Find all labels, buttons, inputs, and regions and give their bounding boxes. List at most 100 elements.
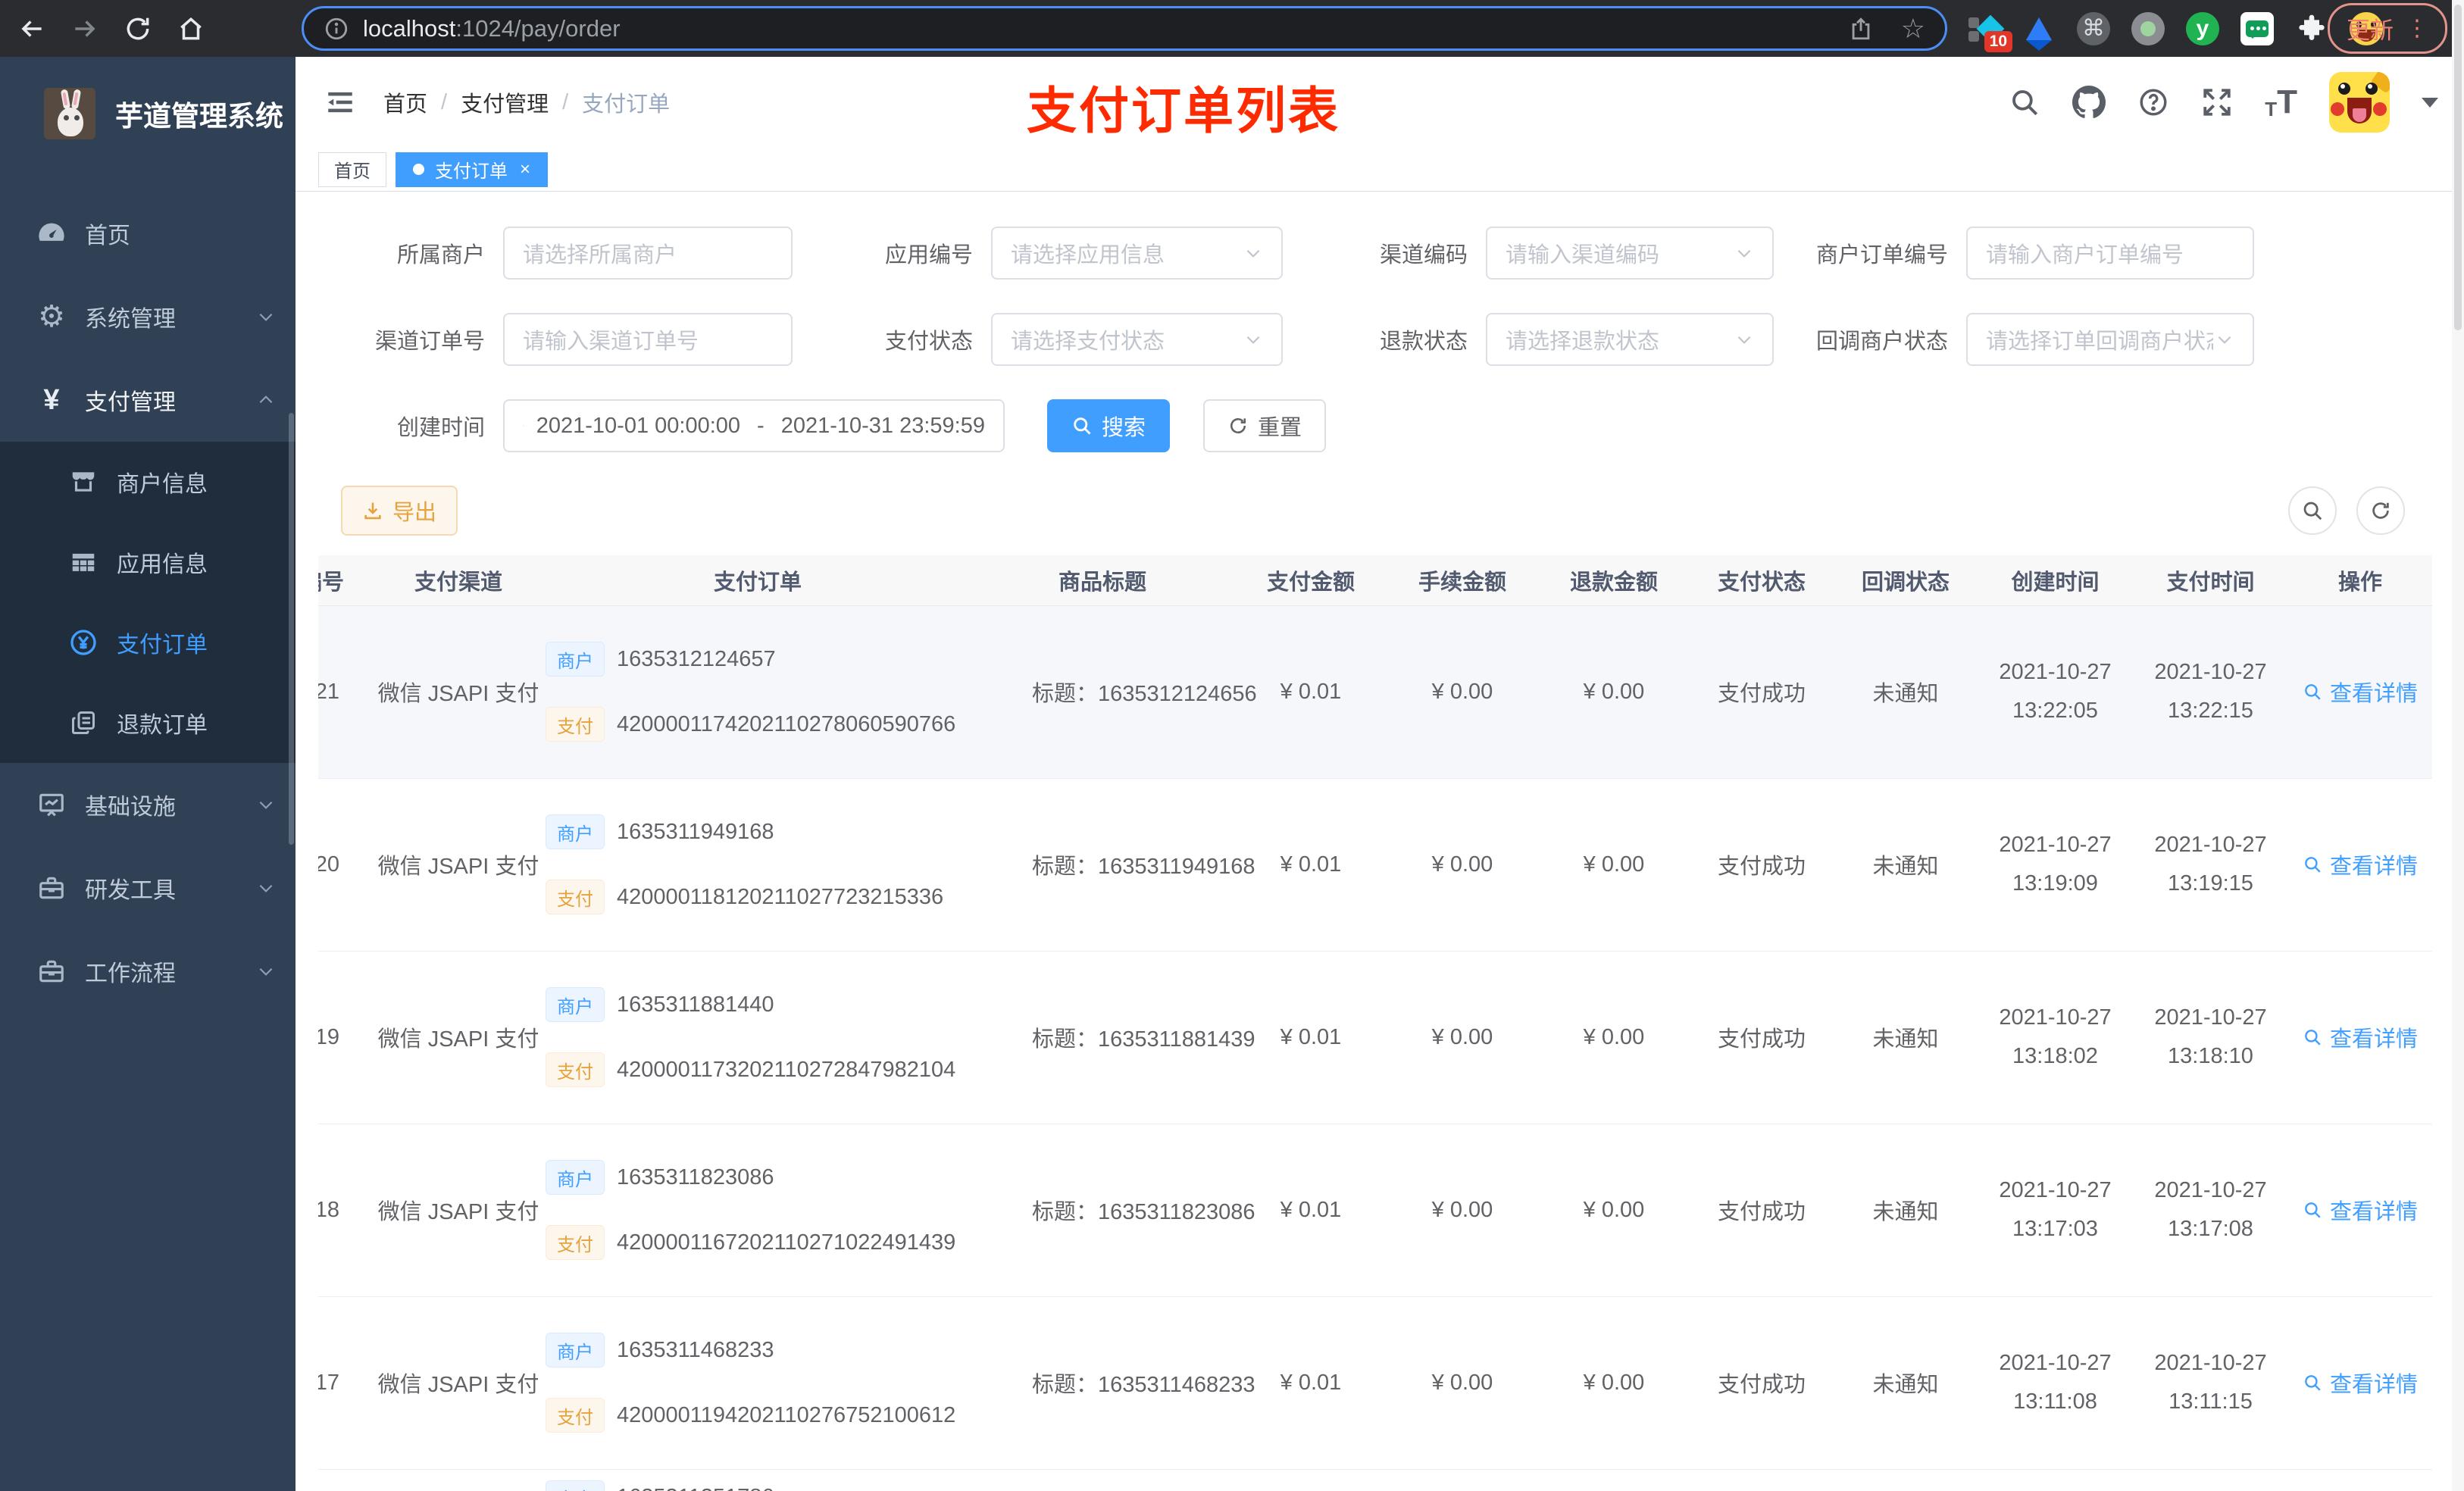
dashboard-icon bbox=[32, 218, 71, 248]
search-button[interactable]: 搜索 bbox=[1047, 399, 1171, 452]
fee-amount: ¥ 0.00 bbox=[1387, 1296, 1538, 1470]
avatar-caret-icon[interactable] bbox=[2422, 97, 2438, 108]
help-icon[interactable] bbox=[2137, 86, 2169, 118]
back-arrow-icon bbox=[21, 20, 42, 37]
show-search-toggle-button[interactable] bbox=[2288, 486, 2337, 535]
pay-amount: ¥ 0.01 bbox=[1235, 778, 1387, 952]
share-icon[interactable] bbox=[1848, 16, 1874, 42]
notify-status: 未通知 bbox=[1834, 605, 1978, 779]
view-detail-link[interactable]: 查看详情 bbox=[2303, 676, 2418, 708]
browser-update-button[interactable]: 更新 ⋮ bbox=[2328, 3, 2447, 54]
sidebar-item-system[interactable]: ⚙ 系统管理 bbox=[0, 275, 295, 358]
sidebar-item-dev-tools[interactable]: 研发工具 bbox=[0, 846, 295, 930]
app-select[interactable]: 请选择应用信息 bbox=[991, 227, 1283, 280]
reset-button[interactable]: 重置 bbox=[1203, 399, 1327, 452]
merchant-order-no: 1635311881440 bbox=[617, 992, 774, 1017]
placeholder: 请输入商户订单编号 bbox=[1986, 243, 2184, 267]
created-time: 13:17:03 bbox=[2012, 1217, 2098, 1241]
extension-command-icon[interactable]: ⌘ bbox=[2076, 11, 2111, 46]
refresh-icon bbox=[2372, 502, 2389, 519]
briefcase-icon-svg bbox=[39, 960, 64, 983]
tab-pay-order[interactable]: 支付订单 × bbox=[396, 152, 549, 187]
pay-amount: ¥ 0.01 bbox=[1235, 1296, 1387, 1470]
sidebar-item-infrastructure[interactable]: 基础设施 bbox=[0, 763, 295, 846]
refund-status-select[interactable]: 请选择退款状态 bbox=[1486, 313, 1774, 366]
browser-home-button[interactable] bbox=[170, 8, 212, 50]
sidebar-collapse-button[interactable] bbox=[324, 86, 356, 118]
sidebar-item-pay-order[interactable]: 支付订单 bbox=[0, 602, 295, 683]
order-id: 21 bbox=[318, 605, 371, 779]
fullscreen-icon[interactable] bbox=[2201, 86, 2233, 118]
tab-close-icon[interactable]: × bbox=[520, 159, 530, 180]
paid-date: 2021-10-27 bbox=[2154, 1178, 2267, 1203]
search-icon[interactable] bbox=[2009, 86, 2040, 118]
refund-amount: ¥ 0.00 bbox=[1538, 1296, 1690, 1470]
export-button[interactable]: 导出 bbox=[341, 486, 458, 536]
col-paid: 支付时间 bbox=[2133, 555, 2288, 606]
page-scrollbar[interactable] bbox=[2452, 0, 2464, 1491]
browser-reload-button[interactable] bbox=[117, 8, 159, 50]
view-detail-link[interactable]: 查看详情 bbox=[2303, 1021, 2418, 1053]
sidebar-item-app-info[interactable]: 应用信息 bbox=[0, 522, 295, 602]
create-time-range-input[interactable]: 2021-10-01 00:00:00 - 2021-10-31 23:59:5… bbox=[503, 399, 1005, 452]
col-id: 编号 bbox=[318, 555, 371, 606]
merchant-order-no-input[interactable]: 请输入商户订单编号 bbox=[1966, 227, 2254, 280]
extension-chat-icon[interactable] bbox=[2240, 11, 2275, 46]
browser-back-button[interactable] bbox=[11, 8, 53, 50]
paid-date: 2021-10-27 bbox=[2154, 1005, 2267, 1030]
github-icon[interactable] bbox=[2072, 86, 2106, 119]
pay-status: 支付成功 bbox=[1690, 1124, 1834, 1297]
view-detail-label: 查看详情 bbox=[2329, 1200, 2418, 1224]
view-detail-link[interactable]: 查看详情 bbox=[2303, 849, 2418, 880]
created-date: 2021-10-27 bbox=[1999, 1005, 2112, 1030]
extension-kite-icon[interactable] bbox=[2022, 11, 2056, 51]
extension-dot-icon[interactable] bbox=[2131, 11, 2165, 46]
font-size-icon[interactable]: TT bbox=[2265, 83, 2297, 121]
site-info-icon[interactable] bbox=[324, 16, 349, 42]
filter-label-app: 应用编号 bbox=[884, 243, 973, 267]
breadcrumb-current: 支付订单 bbox=[582, 92, 671, 117]
channel-order-no-input[interactable]: 请输入渠道订单号 bbox=[503, 313, 793, 366]
channel-pay-no: 4200001194202110276752100612 bbox=[617, 1402, 956, 1427]
channel-code-select[interactable]: 请输入渠道编码 bbox=[1486, 227, 1774, 280]
browser-forward-button[interactable] bbox=[64, 8, 106, 50]
sidebar-item-workflow[interactable]: 工作流程 bbox=[0, 930, 295, 1013]
url-bar[interactable]: localhost:1024/pay/order ☆ bbox=[302, 6, 1947, 51]
pay-tag: 支付 bbox=[546, 1398, 605, 1433]
col-notify: 回调状态 bbox=[1834, 555, 1978, 606]
notify-status-select[interactable]: 请选择订单回调商户状态 bbox=[1966, 313, 2254, 366]
extension-grid-diamond-icon[interactable]: 10 bbox=[1967, 11, 2012, 52]
view-detail-label: 查看详情 bbox=[2329, 1373, 2418, 1397]
col-pay-order: 支付订单 bbox=[546, 555, 970, 606]
sidebar-item-home[interactable]: 首页 bbox=[0, 192, 295, 275]
reset-button-label: 重置 bbox=[1258, 416, 1302, 440]
copy-icon-svg bbox=[72, 711, 95, 734]
avatar[interactable] bbox=[2329, 72, 2390, 133]
merchant-tag: 商户 bbox=[546, 1160, 605, 1195]
sidebar-item-payment[interactable]: ¥ 支付管理 bbox=[0, 358, 295, 442]
sidebar-item-label: 基础设施 bbox=[85, 795, 176, 820]
created-time: 13:19:09 bbox=[2012, 871, 2098, 896]
sidebar-logo[interactable]: 芋道管理系统 bbox=[0, 57, 295, 170]
tab-home[interactable]: 首页 bbox=[318, 152, 386, 187]
bookmark-star-icon[interactable]: ☆ bbox=[1901, 13, 1925, 45]
breadcrumb-home[interactable]: 首页 bbox=[383, 86, 427, 118]
forward-arrow-icon bbox=[75, 20, 95, 37]
extensions-puzzle-icon[interactable] bbox=[2294, 11, 2329, 46]
pay-status-select[interactable]: 请选择支付状态 bbox=[991, 313, 1283, 366]
search-icon bbox=[2305, 684, 2321, 700]
view-detail-link[interactable]: 查看详情 bbox=[2303, 1194, 2418, 1226]
view-detail-link[interactable]: 查看详情 bbox=[2303, 1367, 2418, 1399]
extension-y-icon[interactable]: y bbox=[2185, 11, 2220, 46]
breadcrumb-section[interactable]: 支付管理 bbox=[461, 86, 549, 118]
browser-menu-icon[interactable]: ⋮ bbox=[2406, 15, 2428, 42]
sidebar-item-refund-order[interactable]: 退款订单 bbox=[0, 683, 295, 763]
sidebar-scrollbar[interactable] bbox=[289, 413, 294, 845]
update-label: 更新 bbox=[2347, 17, 2394, 44]
refresh-table-button[interactable] bbox=[2356, 486, 2405, 535]
page-scrollbar-thumb[interactable] bbox=[2454, 5, 2462, 330]
view-detail-label: 查看详情 bbox=[2329, 855, 2418, 879]
table-row-partial: 商户 1635311251786 bbox=[318, 1469, 2432, 1491]
sidebar-item-merchant-info[interactable]: 商户信息 bbox=[0, 442, 295, 522]
merchant-select[interactable]: 请选择所属商户 bbox=[503, 227, 793, 280]
